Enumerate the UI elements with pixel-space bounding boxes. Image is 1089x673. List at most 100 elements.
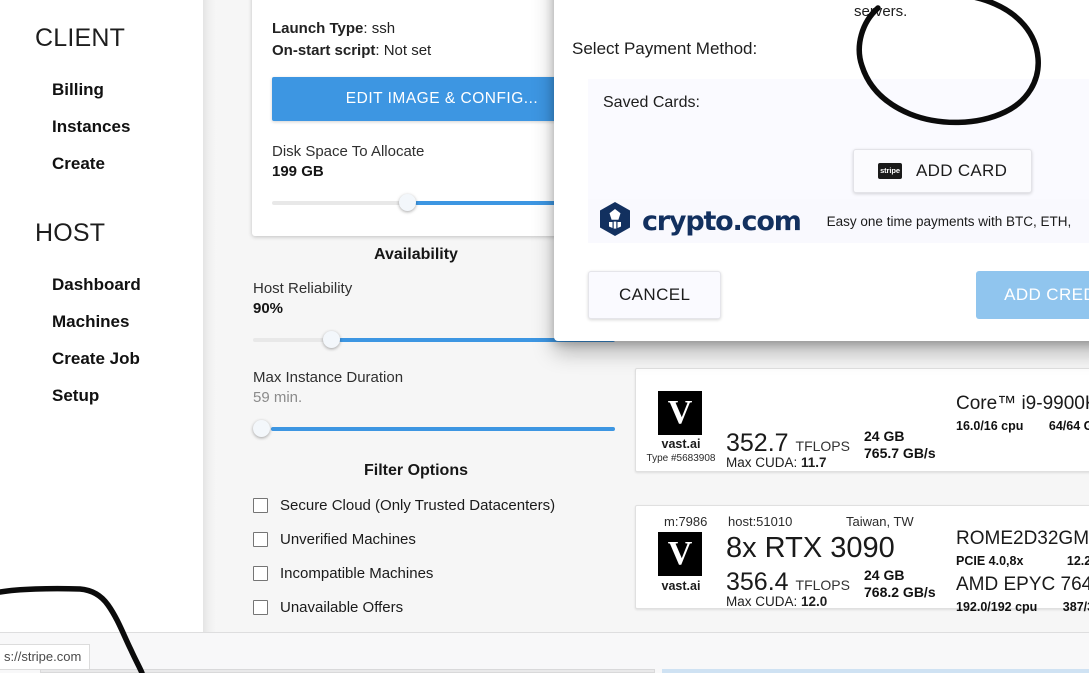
- offer-cpu-sub: 16.0/16 cpu 64/64 GB: [956, 419, 1089, 433]
- filter-label: Unavailable Offers: [280, 599, 404, 616]
- max-duration-slider[interactable]: [253, 418, 615, 440]
- modal-actions: CANCEL ADD CREDIT: [572, 271, 1089, 319]
- crypto-com-payment-option[interactable]: crypto.com Easy one time payments with B…: [588, 199, 1089, 243]
- offer-cpu-cores: 192.0/192 cpu: [956, 600, 1038, 614]
- select-payment-method-label: Select Payment Method:: [572, 39, 758, 58]
- offer-cpu-sub: 192.0/192 cpu 387/387: [956, 600, 1089, 614]
- offer-vram-block: 24 GB 768.2 GB/s: [864, 567, 936, 601]
- browser-bottom-chrome: [0, 632, 1089, 673]
- vast-logo-icon: V: [658, 532, 702, 576]
- sidebar-item-create[interactable]: Create: [0, 145, 203, 182]
- slider-handle[interactable]: [323, 331, 340, 348]
- note-last-line: servers.: [854, 3, 908, 20]
- sidebar-item-machines[interactable]: Machines: [0, 303, 203, 340]
- sidebar-nav: CLIENT Billing Instances Create HOST Das…: [0, 0, 203, 632]
- checkbox-icon[interactable]: [253, 566, 268, 581]
- taskbar-window-2[interactable]: [662, 669, 1089, 673]
- onstart-script-label: On-start script: [272, 42, 376, 59]
- filter-unverified-machines[interactable]: Unverified Machines: [217, 531, 615, 548]
- filter-incompatible-machines[interactable]: Incompatible Machines: [217, 565, 615, 582]
- offer-max-cuda-label: Max CUDA:: [726, 594, 798, 609]
- offer-max-cuda-value: 11.7: [801, 455, 827, 470]
- add-card-label: ADD CARD: [916, 161, 1008, 180]
- slider-track-active: [271, 427, 615, 431]
- max-duration-label: Max Instance Duration: [253, 369, 404, 386]
- crypto-com-logo-icon: [598, 201, 632, 242]
- filter-secure-cloud[interactable]: Secure Cloud (Only Trusted Datacenters): [217, 497, 615, 514]
- taskbar-window-1[interactable]: [40, 669, 655, 673]
- offer-brand: vast.ai: [661, 579, 701, 593]
- sidebar-item-billing[interactable]: Billing: [0, 71, 203, 108]
- add-credit-modal: u'll be charged for you Stripe: [554, 0, 1089, 341]
- saved-cards-label: Saved Cards:: [603, 94, 700, 111]
- saved-cards-section: Saved Cards: stripe ADD CARD: [588, 79, 1089, 199]
- onstart-script-value: Not set: [383, 42, 432, 59]
- filter-label: Unverified Machines: [280, 531, 416, 548]
- sidebar-section-title-client: CLIENT: [35, 24, 126, 52]
- slider-handle[interactable]: [399, 194, 416, 211]
- offer-max-cuda: Max CUDA: 12.0: [726, 594, 827, 609]
- offer-motherboard-sub: PCIE 4.0,8x 12.2 GB/: [956, 554, 1089, 568]
- web-page: CLIENT Billing Instances Create HOST Das…: [0, 0, 1089, 632]
- crypto-com-label: crypto.com: [642, 205, 802, 237]
- checkbox-icon[interactable]: [253, 600, 268, 615]
- vast-logo-letter: V: [667, 394, 693, 431]
- slider-track-inactive: [272, 201, 407, 205]
- offer-tflops-unit: TFLOPS: [795, 577, 850, 593]
- offer-tflops-value: 356.4: [726, 568, 789, 596]
- add-card-button[interactable]: stripe ADD CARD: [853, 149, 1033, 193]
- offer-card[interactable]: m:7986 host:51010 Taiwan, TW V vast.ai 8…: [635, 505, 1089, 614]
- offer-bandwidth: 768.2 GB/s: [864, 584, 936, 600]
- offer-cpu: AMD EPYC 7642 ...: [956, 574, 1089, 595]
- launch-type-label: Launch Type: [272, 20, 364, 37]
- filter-label: Incompatible Machines: [280, 565, 434, 582]
- offer-motherboard: ROME2D32GM: [956, 528, 1089, 549]
- crypto-com-description: Easy one time payments with BTC, ETH,: [826, 213, 1072, 229]
- cancel-button[interactable]: CANCEL: [588, 271, 722, 319]
- sidebar-item-instances[interactable]: Instances: [0, 108, 203, 145]
- launch-type-value: ssh: [371, 20, 396, 37]
- filter-options-heading: Filter Options: [364, 462, 468, 479]
- filter-unavailable-offers[interactable]: Unavailable Offers: [217, 599, 615, 616]
- offer-vram-block: 24 GB 765.7 GB/s: [864, 428, 936, 462]
- offer-tflops-value: 352.7: [726, 429, 789, 457]
- offer-ram: 64/64 GB: [1048, 419, 1089, 433]
- offer-machine-id: m:7986: [664, 514, 708, 529]
- offer-card[interactable]: V vast.ai Type #5683908 352.7 TFLOPS Max…: [635, 368, 1089, 472]
- offer-brand: vast.ai: [661, 437, 701, 451]
- offer-bandwidth: 765.7 GB/s: [864, 445, 936, 461]
- stripe-icon: stripe: [878, 163, 902, 179]
- sidebar-item-dashboard[interactable]: Dashboard: [0, 266, 203, 303]
- vast-logo-icon: V: [658, 391, 702, 435]
- offer-cpu: Core™ i9-9900K: [956, 393, 1089, 414]
- checkbox-icon[interactable]: [253, 498, 268, 513]
- filter-label: Secure Cloud (Only Trusted Datacenters): [280, 497, 556, 514]
- max-duration-value: 59 min.: [253, 389, 303, 406]
- sidebar-item-create-job[interactable]: Create Job: [0, 340, 203, 377]
- offer-pcie: PCIE 4.0,8x: [956, 554, 1024, 568]
- sidebar-item-setup[interactable]: Setup: [0, 377, 203, 414]
- offer-max-cuda-label: Max CUDA:: [726, 455, 798, 470]
- offer-tflops: 352.7 TFLOPS: [726, 429, 850, 458]
- offer-tflops: 356.4 TFLOPS: [726, 568, 850, 597]
- offer-max-cuda: Max CUDA: 11.7: [726, 455, 827, 470]
- slider-track-inactive: [253, 338, 331, 342]
- offer-max-cuda-value: 12.0: [801, 594, 828, 609]
- offer-host-id: host:51010: [728, 514, 793, 529]
- checkbox-icon[interactable]: [253, 532, 268, 547]
- sidebar-divider: [203, 0, 217, 632]
- slider-handle[interactable]: [253, 420, 270, 437]
- stripe-note-text: u'll be charged for you Stripe: [854, 0, 1089, 20]
- vast-logo-letter: V: [667, 535, 693, 572]
- offer-gpu: 8x RTX 3090: [726, 532, 895, 564]
- add-credit-button[interactable]: ADD CREDIT: [976, 271, 1089, 319]
- offer-vram: 24 GB: [864, 428, 905, 444]
- status-bar-url: s://stripe.com: [0, 644, 91, 670]
- offer-location: Taiwan, TW: [846, 514, 914, 529]
- screenshot-root: CLIENT Billing Instances Create HOST Das…: [0, 0, 1089, 673]
- offer-disk-bandwidth: 12.2 GB/: [1066, 554, 1089, 568]
- offer-cpu-cores: 16.0/16 cpu: [956, 419, 1024, 433]
- offer-tflops-unit: TFLOPS: [795, 438, 850, 454]
- sidebar-section-title-host: HOST: [35, 219, 106, 247]
- offer-ram: 387/387: [1062, 600, 1089, 614]
